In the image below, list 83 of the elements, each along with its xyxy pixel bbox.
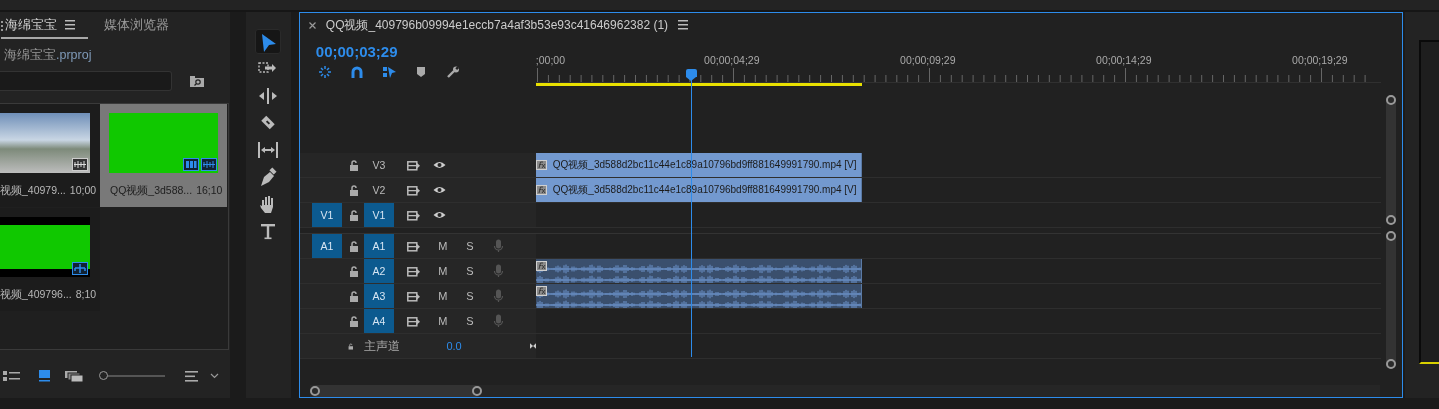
solo-button[interactable]: S (461, 315, 478, 327)
eye-icon[interactable] (432, 160, 446, 170)
sync-lock-icon[interactable] (406, 315, 420, 327)
sync-lock-icon[interactable] (406, 159, 420, 171)
sync-lock-icon[interactable] (406, 184, 420, 196)
panel-tab[interactable]: 媒体浏览器 (100, 12, 173, 39)
track-target[interactable]: V3 (363, 153, 394, 177)
nest-toggle-icon[interactable] (318, 66, 332, 79)
sync-lock-icon[interactable] (406, 265, 420, 277)
audio-badge-icon (201, 158, 217, 171)
bowtie-icon[interactable] (529, 341, 536, 351)
menu-icon[interactable] (678, 19, 689, 31)
search-folder-icon[interactable] (190, 75, 204, 87)
solo-button[interactable]: S (461, 290, 478, 302)
media-item-name: 视频_40979... (0, 184, 66, 198)
search-field[interactable] (0, 71, 172, 91)
media-item-duration: 16;10 (196, 184, 223, 198)
lock-icon[interactable] (347, 340, 354, 352)
grip-icon (0, 19, 3, 32)
audio-badge-icon (72, 158, 88, 171)
media-item-name: QQ视频_3d588... (110, 184, 193, 198)
source-patch[interactable]: V1 (311, 203, 342, 227)
lock-icon[interactable] (348, 209, 359, 221)
mute-button[interactable]: M (434, 315, 451, 327)
sync-lock-icon[interactable] (406, 209, 420, 221)
lock-icon[interactable] (348, 265, 359, 277)
video-clip[interactable]: QQ视频_3d588d2bc11c44e1c89a10796bd9ff881649991790.mp4 [V] (535, 178, 862, 202)
sync-lock-icon[interactable] (406, 290, 420, 302)
track-target[interactable]: A3 (363, 284, 394, 308)
solo-button[interactable]: S (461, 265, 478, 277)
lock-icon[interactable] (348, 159, 359, 171)
sync-lock-icon[interactable] (406, 240, 420, 252)
track-target[interactable]: V2 (363, 178, 394, 202)
lock-icon[interactable] (348, 184, 359, 196)
ruler-timecode: 00;00;09;29 (900, 54, 956, 66)
settings-toggle-icon[interactable] (446, 66, 460, 79)
lock-icon[interactable] (348, 290, 359, 302)
track-target[interactable]: A2 (363, 259, 394, 283)
close-icon[interactable] (308, 21, 316, 29)
lock-icon[interactable] (348, 240, 359, 252)
clip-label: QQ视频_3d588d2bc11c44e1c89a10796bd9ff881649991790.mp4 [V] (552, 158, 857, 172)
horizontal-scrollbar[interactable] (309, 385, 482, 397)
media-item-name: 视频_409796... (0, 288, 72, 302)
marker-toggle-icon[interactable] (414, 66, 428, 79)
ruler-timecode: 00;00;14;29 (1096, 54, 1152, 66)
sequence-tab-title[interactable]: QQ视频_409796b09994e1eccb7a4af3b53e93c41646962382 (1) (325, 16, 669, 34)
master-track-label: 主声道 (364, 337, 401, 355)
sequence-badge-icon (72, 262, 88, 275)
video-tracks-scrollbar[interactable] (1386, 95, 1397, 225)
audio-tracks-scrollbar[interactable] (1386, 231, 1397, 369)
master-volume-value[interactable]: 0.0 (446, 340, 462, 352)
track-target[interactable]: V1 (363, 203, 394, 227)
zoom-slider-thumb[interactable] (99, 371, 108, 380)
linked-selection-toggle-icon[interactable] (382, 66, 396, 79)
video-clip[interactable]: QQ视频_3d588d2bc11c44e1c89a10796bd9ff881649991790.mp4 [V] (535, 153, 862, 177)
freeform-view-icon[interactable] (65, 370, 83, 382)
media-item-duration: 10;00 (69, 184, 97, 198)
timecode[interactable]: 00;00;03;29 (315, 43, 398, 60)
eye-icon[interactable] (432, 185, 446, 195)
chevron-down-icon[interactable] (210, 373, 219, 379)
mute-button[interactable]: M (434, 265, 451, 277)
list-view-icon[interactable] (3, 371, 20, 381)
icon-view-icon[interactable] (39, 370, 50, 382)
project-file-name: 海绵宝宝.prproj (4, 47, 93, 64)
mute-button[interactable]: M (434, 240, 451, 252)
snap-toggle-icon[interactable] (350, 66, 364, 79)
sort-icon[interactable] (185, 370, 198, 382)
ruler-timecode: 00;00;19;29 (1292, 54, 1348, 66)
eye-icon[interactable] (432, 210, 446, 220)
lock-icon[interactable] (348, 315, 359, 327)
ruler-timecode: ;00;00 (535, 54, 565, 66)
track-target[interactable]: A4 (363, 309, 394, 333)
solo-button[interactable]: S (461, 240, 478, 252)
panel-tab[interactable]: 海绵宝宝 (1, 12, 88, 39)
source-patch[interactable]: A1 (311, 234, 342, 258)
mute-button[interactable]: M (434, 290, 451, 302)
menu-icon[interactable] (65, 18, 75, 31)
ruler-timecode: 00;00;04;29 (704, 54, 760, 66)
video-badge-icon (183, 158, 199, 171)
track-target[interactable]: A1 (363, 234, 394, 258)
clip-label: QQ视频_3d588d2bc11c44e1c89a10796bd9ff881649991790.mp4 [V] (552, 183, 857, 197)
media-item-duration: 8;10 (75, 288, 97, 302)
media-item-card[interactable]: QQ视频_3d588... 16;10 (100, 104, 227, 207)
